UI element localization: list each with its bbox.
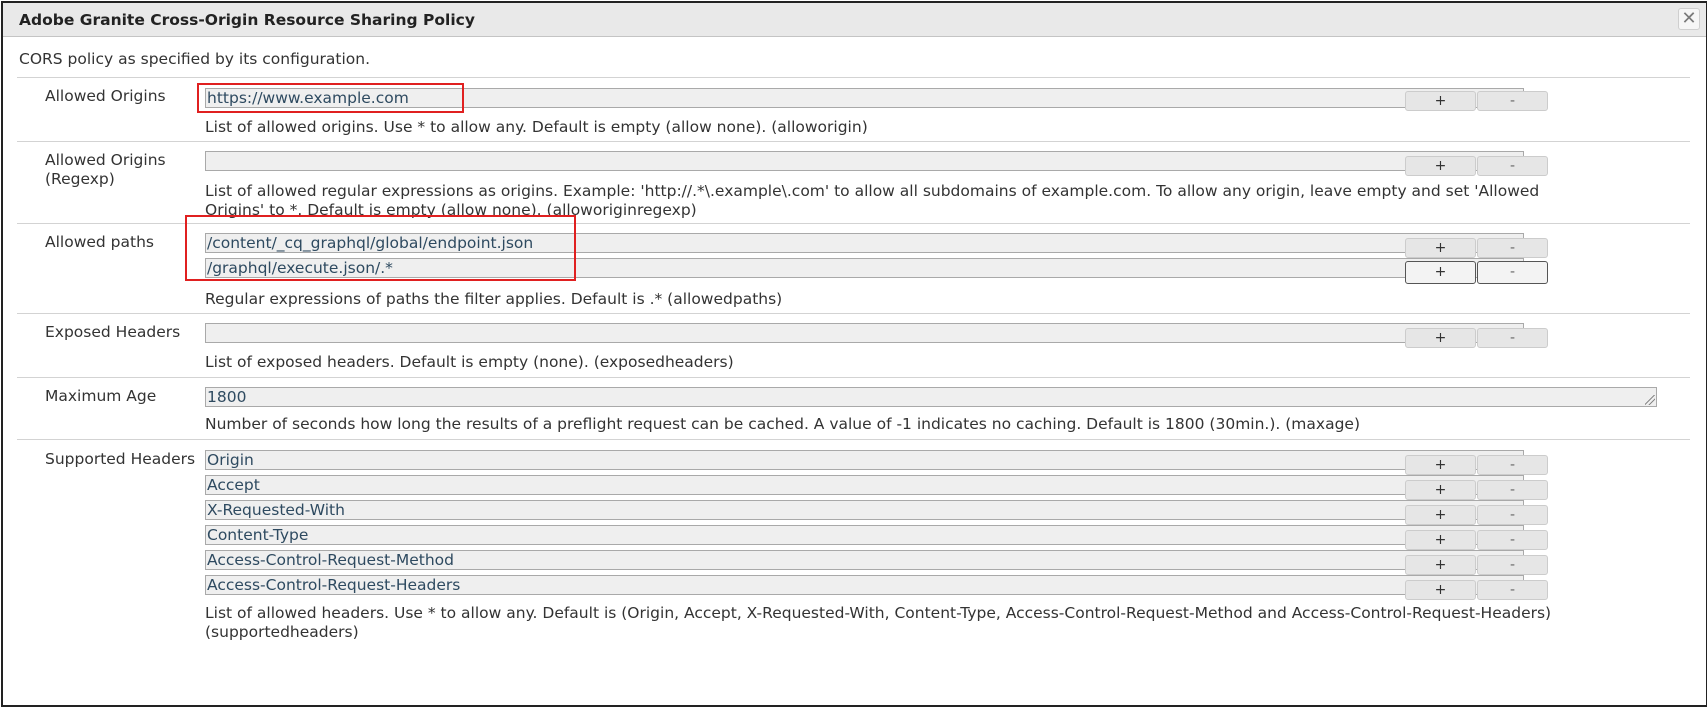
row-maximum-age: Maximum Age 1800 Number of seconds how l…: [17, 377, 1690, 439]
add-origin-regexp-button[interactable]: +: [1405, 156, 1476, 176]
remove-allowed-path-button[interactable]: -: [1477, 238, 1548, 258]
remove-supported-header-button[interactable]: -: [1477, 505, 1548, 525]
dialog-description: CORS policy as specified by its configur…: [19, 50, 371, 68]
label-allowed-origins-regexp: Allowed Origins (Regexp): [45, 151, 166, 188]
remove-exposed-header-button[interactable]: -: [1477, 328, 1548, 348]
row-supported-headers: Supported Headers Origin + - Accept + - …: [17, 439, 1690, 705]
row-exposed-headers: Exposed Headers + - List of exposed head…: [17, 313, 1690, 377]
add-supported-header-button[interactable]: +: [1405, 555, 1476, 575]
add-supported-header-button[interactable]: +: [1405, 480, 1476, 500]
label-maximum-age: Maximum Age: [45, 387, 157, 405]
add-supported-header-button[interactable]: +: [1405, 530, 1476, 550]
remove-supported-header-button[interactable]: -: [1477, 455, 1548, 475]
maximum-age-input[interactable]: 1800: [205, 387, 1657, 407]
supported-header-input[interactable]: X-Requested-With: [205, 500, 1524, 520]
supported-header-input[interactable]: Content-Type: [205, 525, 1524, 545]
cors-policy-dialog: Adobe Granite Cross-Origin Resource Shar…: [1, 1, 1707, 707]
highlight-allowed-paths: [185, 215, 576, 281]
remove-supported-header-button[interactable]: -: [1477, 530, 1548, 550]
help-allowed-origins: List of allowed origins. Use * to allow …: [205, 118, 868, 136]
remove-supported-header-button[interactable]: -: [1477, 555, 1548, 575]
exposed-headers-input[interactable]: [205, 323, 1524, 343]
add-allowed-path-button[interactable]: +: [1405, 238, 1476, 258]
help-supported-headers: List of allowed headers. Use * to allow …: [205, 604, 1552, 641]
remove-allowed-path-button[interactable]: -: [1477, 261, 1548, 284]
remove-supported-header-button[interactable]: -: [1477, 480, 1548, 500]
add-supported-header-button[interactable]: +: [1405, 580, 1476, 600]
dialog-title: Adobe Granite Cross-Origin Resource Shar…: [19, 11, 475, 29]
supported-header-input[interactable]: Accept: [205, 475, 1524, 495]
row-allowed-origins-regexp: Allowed Origins (Regexp) + - List of all…: [17, 141, 1690, 223]
remove-supported-header-button[interactable]: -: [1477, 580, 1548, 600]
label-supported-headers: Supported Headers: [45, 450, 196, 468]
label-exposed-headers: Exposed Headers: [45, 323, 181, 341]
resize-grip-icon[interactable]: [1645, 395, 1655, 405]
add-supported-header-button[interactable]: +: [1405, 455, 1476, 475]
remove-origin-regexp-button[interactable]: -: [1477, 156, 1548, 176]
remove-allowed-origin-button[interactable]: -: [1477, 91, 1548, 111]
label-allowed-origins: Allowed Origins: [45, 87, 166, 105]
help-exposed-headers: List of exposed headers. Default is empt…: [205, 353, 734, 371]
dialog-titlebar: Adobe Granite Cross-Origin Resource Shar…: [3, 3, 1706, 37]
close-icon[interactable]: ✕: [1678, 8, 1700, 30]
allowed-origins-regexp-input[interactable]: [205, 151, 1524, 171]
help-allowed-paths: Regular expressions of paths the filter …: [205, 290, 783, 308]
add-allowed-origin-button[interactable]: +: [1405, 91, 1476, 111]
highlight-allowed-origins: [197, 83, 464, 113]
help-maximum-age: Number of seconds how long the results o…: [205, 415, 1360, 433]
add-exposed-header-button[interactable]: +: [1405, 328, 1476, 348]
label-allowed-paths: Allowed paths: [45, 233, 154, 251]
supported-header-input[interactable]: Access-Control-Request-Headers: [205, 575, 1524, 595]
supported-header-input[interactable]: Origin: [205, 450, 1524, 470]
add-supported-header-button[interactable]: +: [1405, 505, 1476, 525]
supported-header-input[interactable]: Access-Control-Request-Method: [205, 550, 1524, 570]
add-allowed-path-button[interactable]: +: [1405, 261, 1476, 284]
